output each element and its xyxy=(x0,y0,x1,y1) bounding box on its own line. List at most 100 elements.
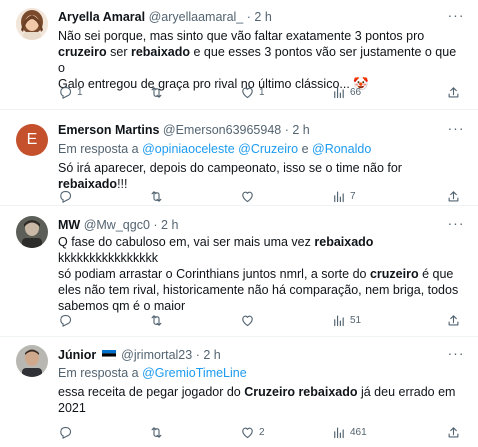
tweet-emerson[interactable]: E Emerson Martins @Emerson63965948 · 2 h… xyxy=(0,110,478,206)
reply-button[interactable]: 1 xyxy=(58,84,83,100)
retweet-icon xyxy=(149,313,164,328)
like-button[interactable] xyxy=(240,312,259,328)
text-run: kkkkkkkkkkkkkkkk xyxy=(58,251,158,265)
views-count: 51 xyxy=(350,314,362,326)
more-options-icon[interactable]: ··· xyxy=(446,121,466,138)
tweet-actions: 51 xyxy=(58,312,464,328)
timestamp[interactable]: 2 h xyxy=(203,348,220,362)
text-run: 2021 xyxy=(58,401,86,415)
user-handle[interactable]: @aryellaamaral_ xyxy=(149,10,244,24)
like-button[interactable]: 1 xyxy=(240,84,265,100)
tweet-junior[interactable]: Júnior @jrimortal23 · 2 h ··· Em respost… xyxy=(0,337,478,447)
tweet-text: essa receita de pegar jogador do Cruzeir… xyxy=(58,384,464,416)
more-options-icon[interactable]: ··· xyxy=(446,216,466,233)
reply-count: 1 xyxy=(77,86,83,98)
views-count: 66 xyxy=(350,86,362,98)
text-run: essa receita de pegar jogador do xyxy=(58,385,245,399)
mention-link[interactable]: @opiniaoceleste xyxy=(142,142,235,156)
heart-icon xyxy=(240,189,255,204)
share-upload-icon xyxy=(446,85,461,100)
text-run: Só irá aparecer, depois do campeonato, i… xyxy=(58,161,402,175)
retweet-button[interactable] xyxy=(149,84,168,100)
timestamp[interactable]: 2 h xyxy=(161,218,178,232)
more-options-icon[interactable]: ··· xyxy=(446,8,466,25)
highlighted-term: rebaixado xyxy=(298,385,358,399)
like-button[interactable] xyxy=(240,188,259,204)
text-line: 2021 xyxy=(58,400,464,416)
tweet-aryella[interactable]: Aryella Amaral @aryellaamaral_ · 2 h ···… xyxy=(0,0,478,110)
tweet-mw[interactable]: MW @Mw_qgc0 · 2 h ··· Q fase do cabuloso… xyxy=(0,206,478,337)
views-button[interactable]: 461 xyxy=(331,424,367,440)
reply-context: Em resposta a @opiniaoceleste @Cruzeiro … xyxy=(58,141,371,157)
like-count: 1 xyxy=(259,86,265,98)
share-button[interactable] xyxy=(446,188,461,204)
user-handle[interactable]: @jrimortal23 xyxy=(121,348,192,362)
text-run: Não sei porque, mas sinto que vão faltar… xyxy=(58,29,425,43)
retweet-button[interactable] xyxy=(149,312,168,328)
separator-dot: · xyxy=(153,218,158,232)
retweet-icon xyxy=(149,425,164,440)
views-button[interactable]: 7 xyxy=(331,188,356,204)
reply-bubble-icon xyxy=(58,425,73,440)
display-name[interactable]: Aryella Amaral xyxy=(58,10,145,24)
retweet-icon xyxy=(149,189,164,204)
display-name[interactable]: Júnior xyxy=(58,348,96,362)
tweet-actions: 2 461 xyxy=(58,424,464,440)
text-run: só podiam arrastar o Corinthians juntos … xyxy=(58,267,370,281)
reply-button[interactable] xyxy=(58,424,77,440)
reply-bubble-icon xyxy=(58,85,73,100)
display-name[interactable]: Emerson Martins xyxy=(58,123,159,137)
text-line: Q fase do cabuloso em, vai ser mais uma … xyxy=(58,234,464,266)
like-button[interactable]: 2 xyxy=(240,424,265,440)
highlighted-term: cruzeiro xyxy=(58,45,107,59)
mention-link[interactable]: @Cruzeiro xyxy=(238,142,298,156)
text-line: só podiam arrastar o Corinthians juntos … xyxy=(58,266,464,282)
share-upload-icon xyxy=(446,189,461,204)
retweet-button[interactable] xyxy=(149,188,168,204)
text-line: Não sei porque, mas sinto que vão faltar… xyxy=(58,28,464,44)
avatar[interactable] xyxy=(16,8,48,40)
share-upload-icon xyxy=(446,425,461,440)
views-chart-icon xyxy=(331,85,346,100)
separator-dot: · xyxy=(246,10,251,24)
heart-icon xyxy=(240,313,255,328)
avatar[interactable] xyxy=(16,216,48,248)
display-name[interactable]: MW xyxy=(58,218,80,232)
mention-link[interactable]: @Ronaldo xyxy=(312,142,371,156)
share-button[interactable] xyxy=(446,312,461,328)
avatar-letter: E xyxy=(26,131,38,148)
views-button[interactable]: 66 xyxy=(331,84,361,100)
mention-link[interactable]: @GremioTimeLine xyxy=(142,366,247,380)
highlighted-term: cruzeiro xyxy=(369,267,419,281)
reply-bubble-icon xyxy=(58,189,73,204)
user-handle[interactable]: @Emerson63965948 xyxy=(163,123,281,137)
like-count: 2 xyxy=(259,426,265,438)
views-button[interactable]: 51 xyxy=(331,312,361,328)
user-handle[interactable]: @Mw_qgc0 xyxy=(84,218,150,232)
retweet-icon xyxy=(149,85,164,100)
text-run: Q fase do cabuloso em, vai ser mais uma … xyxy=(58,235,315,249)
text-line: essa receita de pegar jogador do Cruzeir… xyxy=(58,384,464,400)
heart-icon xyxy=(240,85,255,100)
tweet-text: Não sei porque, mas sinto que vão faltar… xyxy=(58,28,464,92)
text-run: ser xyxy=(106,45,131,59)
avatar[interactable] xyxy=(16,345,48,377)
tweet-actions: 7 xyxy=(58,188,464,204)
reply-button[interactable] xyxy=(58,312,77,328)
timestamp[interactable]: 2 h xyxy=(254,10,271,24)
share-button[interactable] xyxy=(446,424,461,440)
reply-bubble-icon xyxy=(58,313,73,328)
reply-joiner: e xyxy=(298,142,313,156)
reply-button[interactable] xyxy=(58,188,77,204)
more-options-icon[interactable]: ··· xyxy=(446,346,466,363)
share-button[interactable] xyxy=(446,84,461,100)
heart-icon xyxy=(240,425,255,440)
avatar[interactable]: E xyxy=(16,124,48,156)
reply-prefix: Em resposta a xyxy=(58,366,143,380)
tweet-feed: Aryella Amaral @aryellaamaral_ · 2 h ···… xyxy=(0,0,478,447)
tweet-text: Q fase do cabuloso em, vai ser mais uma … xyxy=(58,234,464,314)
estonia-flag-icon xyxy=(101,348,116,361)
retweet-button[interactable] xyxy=(149,424,168,440)
text-line: cruzeiro ser rebaixado e que esses 3 pon… xyxy=(58,44,464,76)
timestamp[interactable]: 2 h xyxy=(292,123,309,137)
